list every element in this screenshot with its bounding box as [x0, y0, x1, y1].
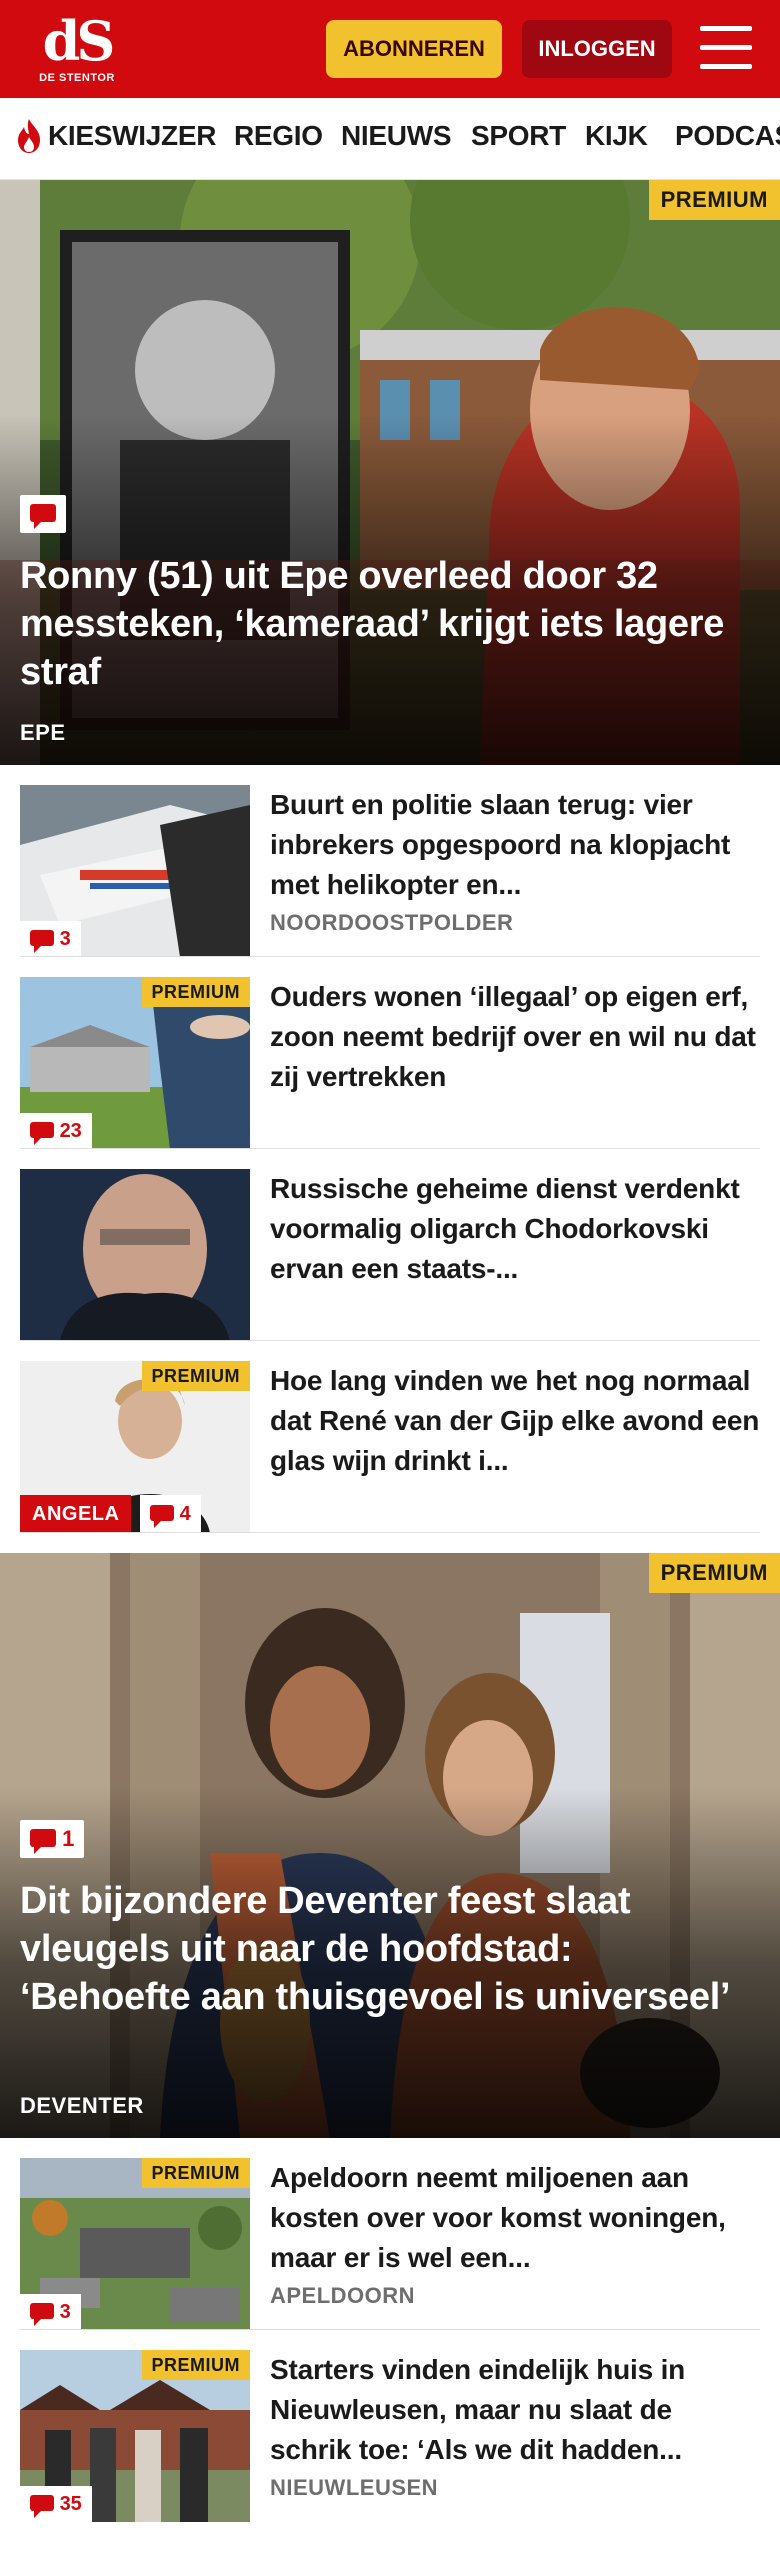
comment-icon — [30, 504, 56, 530]
hero-article-epe[interactable]: PREMIUM Ronny (51) uit Epe overleed door… — [0, 180, 780, 765]
article-location: APELDOORN — [270, 2283, 416, 2308]
menu-icon[interactable] — [700, 26, 752, 70]
premium-badge: PREMIUM — [141, 977, 250, 1007]
comment-count[interactable]: 4 — [140, 1495, 201, 1533]
nav-item-regio[interactable]: REGIO — [234, 120, 323, 152]
hero-title[interactable]: Dit bijzondere Deventer feest slaat vleu… — [20, 1877, 750, 2021]
comment-icon — [30, 929, 54, 953]
premium-badge: PREMIUM — [648, 1553, 780, 1593]
comment-icon — [30, 2302, 54, 2326]
comment-icon — [30, 2494, 54, 2518]
article-title[interactable]: Starters vinden eindelijk huis in Nieuwl… — [270, 2350, 760, 2470]
nav-item-nieuws[interactable]: NIEUWS — [341, 120, 452, 152]
article-thumbnail: PREMIUM ANGELA 4 — [20, 1361, 250, 1533]
article-thumbnail: PREMIUM 3 — [20, 2158, 250, 2330]
premium-badge: PREMIUM — [648, 180, 780, 220]
article-title[interactable]: Buurt en politie slaan terug: vier inbre… — [270, 785, 760, 905]
comment-badge[interactable]: 1 — [20, 1820, 85, 1858]
author-label[interactable]: ANGELA — [20, 1495, 132, 1533]
hero-location: EPE — [20, 720, 66, 745]
logo-subtitle: DE STENTOR — [39, 72, 115, 84]
article-title[interactable]: Russische geheime dienst verdenkt voorma… — [270, 1169, 760, 1289]
list-item[interactable]: PREMIUM 35 Starters vinden eindelijk hui… — [0, 2330, 780, 2522]
nav-item-sport[interactable]: SPORT — [471, 120, 566, 152]
article-location: NOORDOOSTPOLDER — [270, 910, 514, 935]
comment-icon — [30, 1829, 56, 1855]
article-title[interactable]: Hoe lang vinden we het nog normaal dat R… — [270, 1361, 760, 1481]
divider — [20, 1532, 760, 1533]
premium-badge: PREMIUM — [141, 1361, 250, 1391]
comment-count[interactable]: 23 — [20, 1113, 92, 1149]
hero-location: DEVENTER — [20, 2093, 144, 2118]
section-nav: KIESWIJZER REGIO NIEUWS SPORT KIJK PODCA… — [0, 98, 780, 180]
comment-count[interactable]: 3 — [20, 2294, 81, 2330]
article-title[interactable]: Ouders wonen ‘illegaal’ op eigen erf, zo… — [270, 977, 760, 1097]
subscribe-button[interactable]: ABONNEREN — [326, 20, 502, 78]
comment-icon — [30, 1121, 54, 1145]
premium-badge: PREMIUM — [141, 2350, 250, 2380]
article-title[interactable]: Apeldoorn neemt miljoenen aan kosten ove… — [270, 2158, 760, 2278]
list-item[interactable]: 3 Buurt en politie slaan terug: vier inb… — [0, 765, 780, 957]
nav-item-kieswijzer[interactable]: KIESWIJZER — [48, 120, 216, 152]
hero-article-deventer[interactable]: PREMIUM 1 Dit bijzondere Deventer feest … — [0, 1553, 780, 2138]
premium-badge: PREMIUM — [141, 2158, 250, 2188]
logo-mark: dS — [42, 9, 116, 73]
nav-item-podcast[interactable]: PODCAST — [675, 120, 780, 152]
top-header: dS DE STENTOR ABONNEREN INLOGGEN — [0, 0, 780, 98]
comment-badge[interactable] — [20, 495, 66, 533]
site-logo[interactable]: dS DE STENTOR — [28, 12, 126, 90]
comment-count[interactable]: 3 — [20, 921, 81, 957]
list-item[interactable]: PREMIUM 3 Apeldoorn neemt miljoenen aan … — [0, 2138, 780, 2330]
list-item[interactable]: PREMIUM ANGELA 4 Hoe lang vinden we het … — [0, 1341, 780, 1533]
flame-icon — [18, 119, 40, 153]
article-thumbnail: 3 — [20, 785, 250, 957]
article-thumbnail — [20, 1169, 250, 1341]
login-button[interactable]: INLOGGEN — [522, 20, 672, 78]
article-thumbnail: PREMIUM 35 — [20, 2350, 250, 2522]
article-location: NIEUWLEUSEN — [270, 2475, 439, 2500]
comment-count[interactable]: 35 — [20, 2486, 92, 2522]
hero-title[interactable]: Ronny (51) uit Epe overleed door 32 mess… — [20, 552, 750, 696]
article-thumbnail: PREMIUM 23 — [20, 977, 250, 1149]
comment-icon — [150, 1504, 174, 1528]
nav-item-kijk[interactable]: KIJK — [585, 120, 648, 152]
list-item[interactable]: Russische geheime dienst verdenkt voorma… — [0, 1149, 780, 1341]
list-item[interactable]: PREMIUM 23 Ouders wonen ‘illegaal’ op ei… — [0, 957, 780, 1149]
